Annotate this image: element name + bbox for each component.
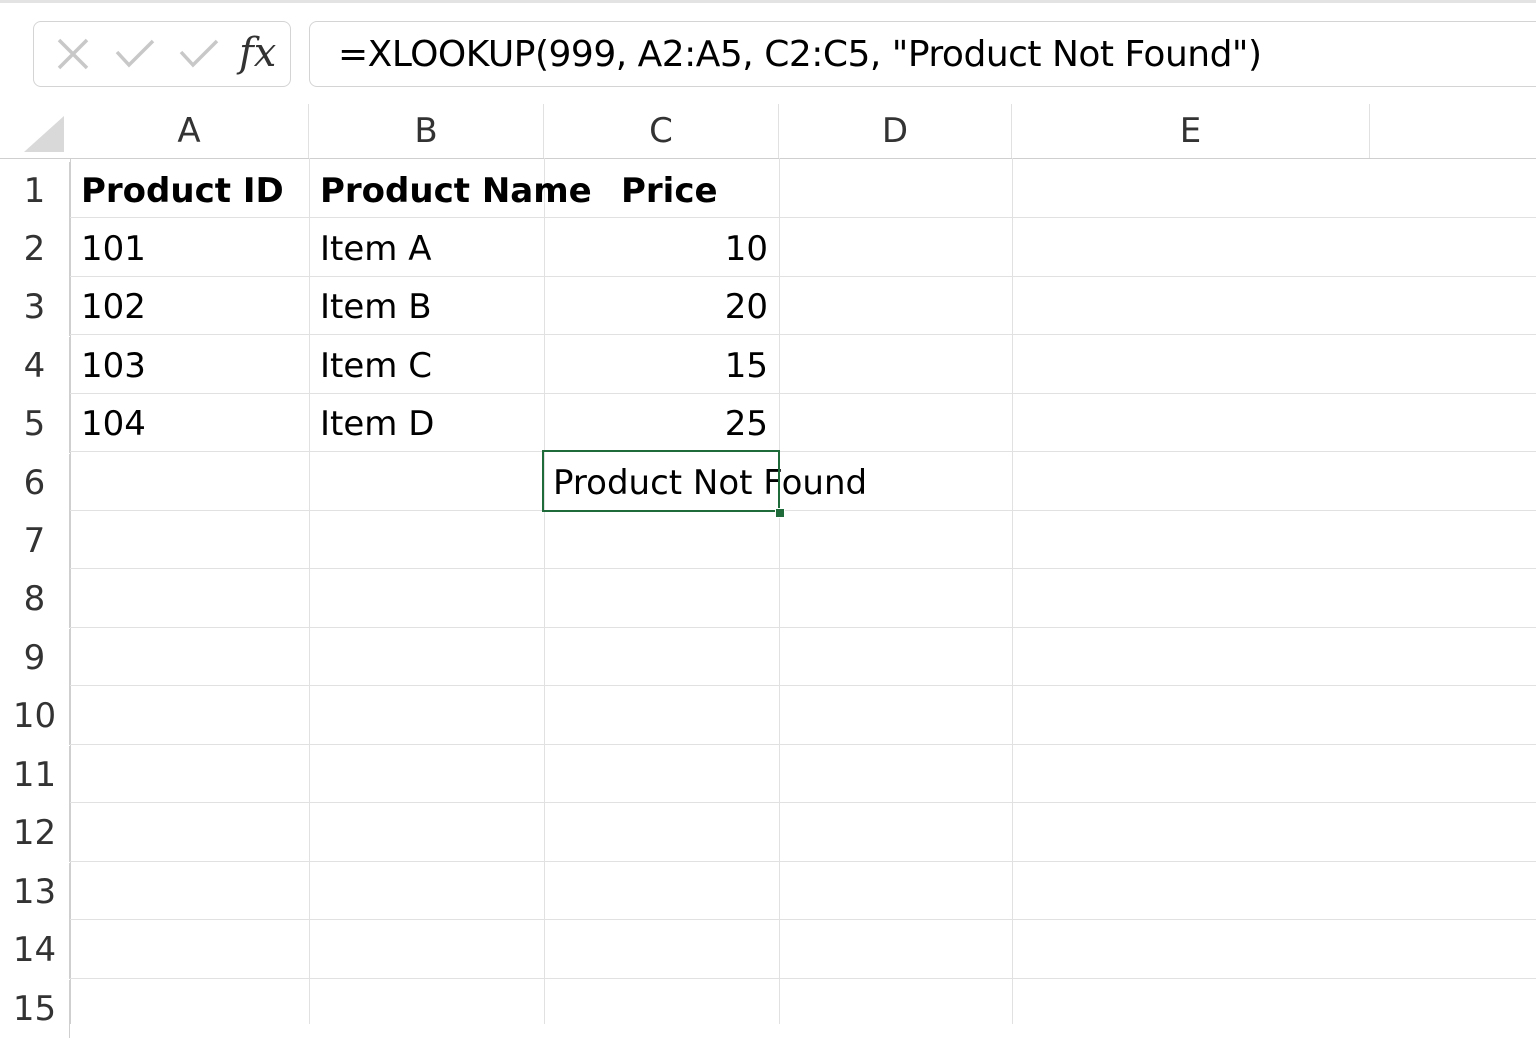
fill-handle[interactable] xyxy=(775,508,785,518)
row-header-3[interactable]: 3 xyxy=(0,278,70,336)
row-header-13[interactable]: 13 xyxy=(0,863,70,921)
cell-b3[interactable]: Item B xyxy=(309,278,544,336)
cell-b2[interactable]: Item A xyxy=(309,220,544,278)
formula-bar-area: fx =XLOOKUP(999, A2:A5, C2:C5, "Product … xyxy=(0,0,1536,104)
cell-a2[interactable]: 101 xyxy=(70,220,309,278)
row-header-14[interactable]: 14 xyxy=(0,921,70,979)
column-header-e[interactable]: E xyxy=(1012,104,1370,158)
row-header-11[interactable]: 11 xyxy=(0,746,70,804)
formula-input[interactable]: =XLOOKUP(999, A2:A5, C2:C5, "Product Not… xyxy=(309,21,1536,87)
cell-c3[interactable]: 20 xyxy=(544,278,779,336)
cell-b4[interactable]: Item C xyxy=(309,337,544,395)
formula-controls: fx xyxy=(33,21,291,87)
row-header-12[interactable]: 12 xyxy=(0,804,70,862)
insert-function-button[interactable]: fx xyxy=(239,31,276,75)
formula-text: =XLOOKUP(999, A2:A5, C2:C5, "Product Not… xyxy=(338,34,1262,75)
active-cell-border xyxy=(542,450,780,512)
gridline xyxy=(1012,158,1013,1024)
column-header-d[interactable]: D xyxy=(779,104,1012,158)
select-all-icon xyxy=(24,116,64,152)
cell-c5[interactable]: 25 xyxy=(544,395,779,453)
column-header-a[interactable]: A xyxy=(70,104,309,158)
row-header-2[interactable]: 2 xyxy=(0,220,70,278)
row-header-9[interactable]: 9 xyxy=(0,629,70,687)
row-header-7[interactable]: 7 xyxy=(0,512,70,570)
cancel-button[interactable] xyxy=(48,22,98,86)
close-icon xyxy=(57,38,89,70)
column-header-c[interactable]: C xyxy=(544,104,779,158)
gridline xyxy=(70,919,1536,920)
gridline xyxy=(70,861,1536,862)
gridline xyxy=(70,978,1536,979)
cell-a1[interactable]: Product ID xyxy=(70,162,309,220)
row-header-8[interactable]: 8 xyxy=(0,570,70,628)
gridline xyxy=(70,744,1536,745)
cell-b1[interactable]: Product Name xyxy=(309,162,609,220)
header-divider xyxy=(0,158,1536,159)
cell-a5[interactable]: 104 xyxy=(70,395,309,453)
cell-a3[interactable]: 102 xyxy=(70,278,309,336)
gridline xyxy=(70,568,1536,569)
cell-c2[interactable]: 10 xyxy=(544,220,779,278)
gridline xyxy=(70,802,1536,803)
checkmark-icon xyxy=(115,39,155,68)
checkmark-icon xyxy=(179,39,219,68)
column-header-f[interactable] xyxy=(1370,104,1536,158)
row-header-5[interactable]: 5 xyxy=(0,395,70,453)
gridline xyxy=(779,158,780,1024)
gridline xyxy=(70,627,1536,628)
cell-c4[interactable]: 15 xyxy=(544,337,779,395)
confirm-button[interactable] xyxy=(174,22,224,86)
column-header-b[interactable]: B xyxy=(309,104,544,158)
row-header-1[interactable]: 1 xyxy=(0,162,70,220)
row-header-4[interactable]: 4 xyxy=(0,337,70,395)
cell-c1[interactable]: Price xyxy=(610,162,779,220)
enter-button[interactable] xyxy=(110,22,160,86)
row-header-6[interactable]: 6 xyxy=(0,454,70,512)
row-header-10[interactable]: 10 xyxy=(0,687,70,745)
cell-a4[interactable]: 103 xyxy=(70,337,309,395)
spreadsheet-grid: A B C D E 1 2 3 4 5 6 7 8 9 10 11 12 13 … xyxy=(0,104,1536,1038)
row-header-15[interactable]: 15 xyxy=(0,980,70,1038)
gridline xyxy=(70,685,1536,686)
top-divider xyxy=(0,0,1536,3)
select-all-button[interactable] xyxy=(0,104,70,158)
cell-b5[interactable]: Item D xyxy=(309,395,544,453)
